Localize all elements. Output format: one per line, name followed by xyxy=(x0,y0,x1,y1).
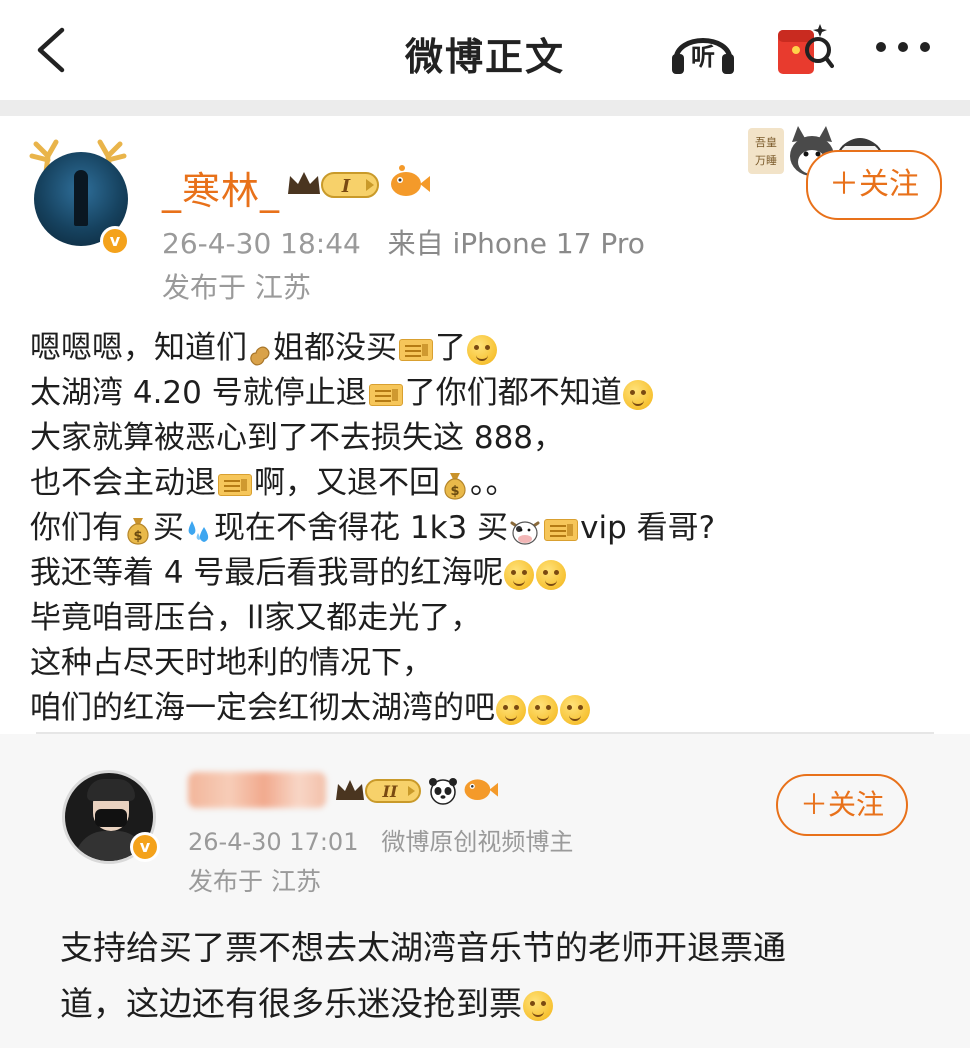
puffer-fish-icon xyxy=(391,165,430,196)
content-line: 大家就算被恶心到了不去损失这 888， xyxy=(30,416,950,461)
svg-text:万睡: 万睡 xyxy=(755,154,777,167)
svg-text:吾皇: 吾皇 xyxy=(755,135,777,149)
svg-text:$: $ xyxy=(450,484,459,499)
section-divider xyxy=(0,100,970,116)
red-packet-search-icon[interactable] xyxy=(774,18,834,80)
content-text: 现在不舍得花 1k3 买 xyxy=(214,510,509,546)
vip-level-label: II xyxy=(382,782,398,801)
content-line: 这种占尽天时地利的情况下， xyxy=(30,641,950,686)
content-text: 买 xyxy=(153,510,184,546)
content-text: 这种占尽天时地利的情况下， xyxy=(30,645,433,681)
content-text: 也不会主动退 xyxy=(30,465,216,501)
post-content: 嗯嗯嗯，知道们 姐都没买 了太湖湾 4.20 号就停止退 了你们都不知道大家就算被恶心… xyxy=(30,326,950,731)
content-line: 支持给买了票不想去太湖湾音乐节的老师开退票通 xyxy=(60,920,920,976)
content-text: 了 xyxy=(435,330,466,366)
vip-crown-badge-icon[interactable]: I xyxy=(286,168,382,200)
vip-level-label: I xyxy=(341,176,351,197)
post-date: 26-4-30 18:44 xyxy=(162,227,361,260)
ticket-emoji-icon xyxy=(368,383,403,406)
author-username[interactable]: _寒林_ xyxy=(162,160,280,215)
content-line: 我还等着 4 号最后看我哥的红海呢 xyxy=(30,551,950,596)
content-line: 嗯嗯嗯，知道们 姐都没买 了 xyxy=(30,326,950,371)
content-text: 毕竟咱哥压台，ll家又都走光了， xyxy=(30,600,482,636)
quoted-follow-button[interactable]: ＋关注 xyxy=(776,774,908,836)
face-emoji-icon xyxy=(536,559,567,590)
content-text: 咱们的红海一定会红彻太湖湾的吧 xyxy=(30,690,495,726)
content-text: vip 看哥? xyxy=(580,510,716,546)
post-location: 发布于 江苏 xyxy=(162,271,311,304)
listen-headphones-icon[interactable]: 听 xyxy=(668,20,738,80)
listen-label: 听 xyxy=(691,43,715,71)
content-text: 姐都没买 xyxy=(273,330,397,366)
cow-emoji-icon xyxy=(508,515,542,545)
quoted-date: 26-4-30 17:01 xyxy=(188,828,359,856)
quoted-content: 支持给买了票不想去太湖湾音乐节的老师开退票通 道，这边还有很多乐迷没抢到票 xyxy=(60,920,920,1032)
vip-crown-badge-icon[interactable]: II xyxy=(334,776,424,806)
content-line: 你们有 $ 买现在不舍得花 1k3 买 vip 看哥? xyxy=(30,506,950,551)
ticket-emoji-icon xyxy=(399,338,433,361)
content-line: 咱们的红海一定会红彻太湖湾的吧 xyxy=(30,686,950,731)
quoted-location: 发布于 江苏 xyxy=(188,867,321,896)
svg-text:$: $ xyxy=(133,529,142,544)
face-emoji-icon xyxy=(523,990,553,1021)
quoted-username-blurred[interactable] xyxy=(188,772,326,808)
post-source: 来自 iPhone 17 Pro xyxy=(387,227,645,260)
ticket-emoji-icon xyxy=(544,518,579,541)
avatar-silhouette xyxy=(74,170,88,226)
content-line: 毕竟咱哥压台，ll家又都走光了， xyxy=(30,596,950,641)
back-arrow-icon[interactable] xyxy=(28,22,78,78)
face-emoji-icon xyxy=(528,694,558,725)
content-text: 太湖湾 4.20 号就停止退 xyxy=(30,375,367,411)
content-text: 。。 xyxy=(470,465,517,501)
face-emoji-icon xyxy=(467,334,497,365)
quoted-role: 微博原创视频博主 xyxy=(381,828,574,856)
content-text: 你们有 xyxy=(30,510,123,546)
content-line: 也不会主动退 啊，又退不回 $ 。。 xyxy=(30,461,950,506)
content-text: 道，这边还有很多乐迷没抢到票 xyxy=(60,984,522,1023)
avatar-face-mask xyxy=(95,809,127,827)
puffer-fish-icon xyxy=(464,779,498,800)
verified-badge-icon: v xyxy=(100,226,130,256)
face-emoji-icon xyxy=(560,694,590,725)
face-emoji-icon xyxy=(496,694,526,725)
content-text: 支持给买了票不想去太湖湾音乐节的老师开退票通 xyxy=(60,928,786,967)
ticket-emoji-icon xyxy=(218,473,252,496)
panda-icon xyxy=(429,778,457,805)
content-text: 大家就算被恶心到了不去损失这 888， xyxy=(30,420,565,456)
more-dots-icon[interactable] xyxy=(872,32,934,62)
face-emoji-icon xyxy=(622,379,653,410)
content-text: 嗯嗯嗯，知道们 xyxy=(30,330,247,366)
content-text: 了你们都不知道 xyxy=(404,375,622,411)
content-text: 啊，又退不回 xyxy=(254,465,440,501)
bag-emoji-icon: $ xyxy=(123,514,153,546)
quoted-meta: 26-4-30 17:01 微博原创视频博主 xyxy=(188,822,573,857)
avatar-hair xyxy=(87,779,135,801)
peanut-emoji-icon xyxy=(247,337,273,365)
content-line: 道，这边还有很多乐迷没抢到票 xyxy=(60,976,920,1032)
top-navbar: 微博正文 听 xyxy=(0,0,970,100)
face-emoji-icon xyxy=(504,559,535,590)
verified-badge-icon: v xyxy=(130,832,160,862)
content-text: 我还等着 4 号最后看我哥的红海呢 xyxy=(30,555,504,591)
drops-emoji-icon xyxy=(184,515,214,545)
post-meta: 26-4-30 18:44 来自 iPhone 17 Pro xyxy=(162,222,645,262)
follow-button[interactable]: ＋关注 xyxy=(806,150,942,220)
content-line: 太湖湾 4.20 号就停止退 了你们都不知道 xyxy=(30,371,950,416)
bag-emoji-icon: $ xyxy=(440,469,470,501)
